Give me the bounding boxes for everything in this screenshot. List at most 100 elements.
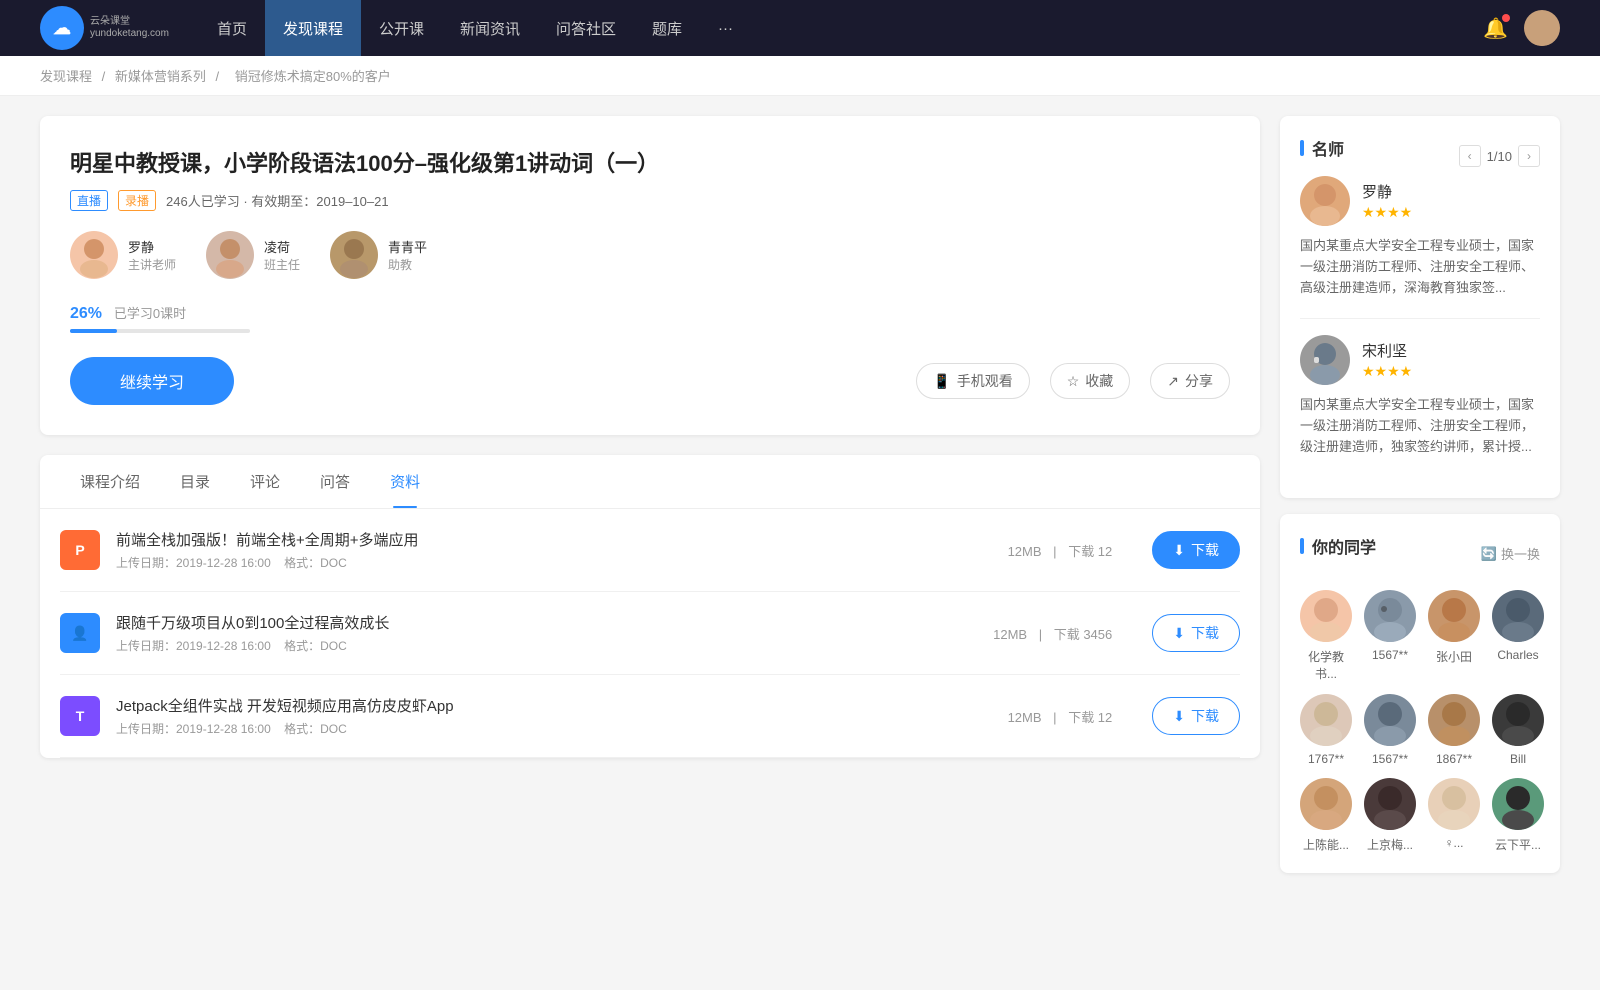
classmate-name-2: 张小田 [1436, 648, 1472, 665]
tab-qa[interactable]: 问答 [300, 455, 370, 508]
nav-item-news[interactable]: 新闻资讯 [442, 0, 538, 56]
classmate-9[interactable]: 上京梅... [1364, 778, 1416, 853]
teacher-sidebar-0: 罗静 ★★★★ 国内某重点大学安全工程专业硕士，国家一级注册消防工程师、注册安全… [1300, 176, 1540, 298]
classmate-name-10: ♀... [1444, 836, 1463, 850]
bell-icon[interactable]: 🔔 [1483, 16, 1508, 41]
logo[interactable]: ☁ 云朵课堂 yundoketang.com [40, 6, 169, 50]
progress-label: 26% [70, 305, 102, 322]
nav-item-qa[interactable]: 问答社区 [538, 0, 634, 56]
tab-review[interactable]: 评论 [230, 455, 300, 508]
tab-intro[interactable]: 课程介绍 [60, 455, 160, 508]
teacher-avatar-0 [70, 231, 118, 279]
teacher-stars-1: ★★★★ [1362, 363, 1412, 380]
tab-toc[interactable]: 目录 [160, 455, 230, 508]
classmate-11[interactable]: 云下平... [1492, 778, 1544, 853]
nav-item-home[interactable]: 首页 [199, 0, 265, 56]
user-avatar[interactable] [1524, 10, 1560, 46]
breadcrumb-link-series[interactable]: 新媒体营销系列 [115, 69, 206, 84]
mobile-watch-link[interactable]: 📱 手机观看 [916, 363, 1029, 399]
download-button-0[interactable]: ⬇ 下载 [1152, 531, 1240, 569]
mobile-icon: 📱 [933, 373, 950, 390]
collect-label: 收藏 [1085, 371, 1113, 391]
classmate-8[interactable]: 上陈能... [1300, 778, 1352, 853]
teachers-prev-btn[interactable]: ‹ [1459, 145, 1481, 167]
download-button-1[interactable]: ⬇ 下载 [1152, 614, 1240, 652]
classmate-2[interactable]: 张小田 [1428, 590, 1480, 682]
star-icon: ☆ [1067, 373, 1080, 390]
classmates-sidebar-card: 你的同学 🔄 换一换 化学教书... 15 [1280, 514, 1560, 873]
collect-link[interactable]: ☆ 收藏 [1050, 363, 1131, 399]
nav-item-discover[interactable]: 发现课程 [265, 0, 361, 56]
download-button-2[interactable]: ⬇ 下载 [1152, 697, 1240, 735]
notification-dot [1502, 14, 1510, 22]
classmates-title: 你的同学 [1300, 534, 1376, 558]
share-link[interactable]: ↗ 分享 [1150, 363, 1230, 399]
nav-item-more[interactable]: ··· [700, 0, 751, 56]
tab-material[interactable]: 资料 [370, 455, 440, 508]
classmate-name-4: 1767** [1308, 752, 1344, 766]
progress-bar-wrap [70, 329, 250, 333]
teachers-page-info: 1/10 [1487, 149, 1512, 164]
classmate-3[interactable]: Charles [1492, 590, 1544, 682]
download-icon-0: ⬇ [1173, 542, 1185, 559]
download-icon-1: ⬇ [1173, 625, 1185, 642]
classmate-avatar-6 [1428, 694, 1480, 746]
classmate-7[interactable]: Bill [1492, 694, 1544, 766]
file-list: P 前端全栈加强版！前端全栈+全周期+多端应用 上传日期：2019-12-28 … [40, 509, 1260, 758]
course-title: 明星中教授课，小学阶段语法100分–强化级第1讲动词（一） [70, 146, 1230, 178]
teacher-sidebar-avatar-1 [1300, 335, 1350, 385]
course-meta: 直播 录播 246人已学习 · 有效期至：2019–10–21 [70, 190, 1230, 211]
teacher-sidebar-info-1: 宋利坚 ★★★★ [1362, 340, 1412, 380]
classmate-0[interactable]: 化学教书... [1300, 590, 1352, 682]
classmates-refresh-btn[interactable]: 🔄 换一换 [1481, 544, 1540, 563]
teachers-sidebar-card: 名师 ‹ 1/10 › 罗静 ★★★★ [1280, 116, 1560, 498]
teacher-role-1: 班主任 [264, 256, 300, 273]
teachers-title-row: 名师 ‹ 1/10 › [1300, 136, 1540, 176]
teachers-pagination: ‹ 1/10 › [1459, 145, 1540, 167]
classmate-1[interactable]: 1567** [1364, 590, 1416, 682]
teacher-name-1: 凌荷 [264, 237, 300, 256]
classmate-avatar-7 [1492, 694, 1544, 746]
classmate-10[interactable]: ♀... [1428, 778, 1480, 853]
teacher-role-2: 助教 [388, 256, 427, 273]
breadcrumb-link-discover[interactable]: 发现课程 [40, 69, 92, 84]
classmate-4[interactable]: 1767** [1300, 694, 1352, 766]
teacher-sidebar-1: 宋利坚 ★★★★ 国内某重点大学安全工程专业硕士，国家一级注册消防工程师、注册安… [1300, 335, 1540, 457]
teachers-next-btn[interactable]: › [1518, 145, 1540, 167]
classmate-name-11: 云下平... [1495, 836, 1541, 853]
classmate-name-9: 上京梅... [1367, 836, 1413, 853]
teacher-sidebar-avatar-0 [1300, 176, 1350, 226]
classmate-name-6: 1867** [1436, 752, 1472, 766]
course-meta-text: 246人已学习 · 有效期至：2019–10–21 [166, 191, 389, 210]
classmate-5[interactable]: 1567** [1364, 694, 1416, 766]
teacher-sidebar-info-0: 罗静 ★★★★ [1362, 181, 1412, 221]
download-icon-2: ⬇ [1173, 708, 1185, 725]
navbar: ☁ 云朵课堂 yundoketang.com 首页 发现课程 公开课 新闻资讯 … [0, 0, 1600, 56]
teacher-sidebar-desc-0: 国内某重点大学安全工程专业硕士，国家一级注册消防工程师、注册安全工程师、高级注册… [1300, 236, 1540, 298]
classmate-avatar-5 [1364, 694, 1416, 746]
classmate-avatar-2 [1428, 590, 1480, 642]
nav-item-bank[interactable]: 题库 [634, 0, 700, 56]
nav-item-open[interactable]: 公开课 [361, 0, 442, 56]
progress-bar-fill [70, 329, 117, 333]
teacher-sidebar-name-0: 罗静 [1362, 181, 1412, 202]
teacher-avatar-2 [330, 231, 378, 279]
file-icon-2: T [60, 696, 100, 736]
download-label-1: 下载 [1191, 623, 1219, 643]
classmate-avatar-4 [1300, 694, 1352, 746]
content-right: 名师 ‹ 1/10 › 罗静 ★★★★ [1280, 116, 1560, 889]
continue-button[interactable]: 继续学习 [70, 357, 234, 405]
download-label-0: 下载 [1191, 540, 1219, 560]
classmate-name-3: Charles [1497, 648, 1538, 662]
teacher-item-0: 罗静 主讲老师 [70, 231, 176, 279]
file-name-2: Jetpack全组件实战 开发短视频应用高仿皮皮虾App [116, 695, 988, 716]
classmate-6[interactable]: 1867** [1428, 694, 1480, 766]
download-label-2: 下载 [1191, 706, 1219, 726]
mobile-label: 手机观看 [957, 371, 1013, 391]
teacher-info-0: 罗静 主讲老师 [128, 237, 176, 273]
file-meta-0: 上传日期：2019-12-28 16:00 格式：DOC [116, 554, 988, 571]
file-info-1: 跟随千万级项目从0到100全过程高效成长 上传日期：2019-12-28 16:… [116, 612, 973, 654]
teacher-item-1: 凌荷 班主任 [206, 231, 300, 279]
main-container: 明星中教授课，小学阶段语法100分–强化级第1讲动词（一） 直播 录播 246人… [0, 96, 1600, 909]
file-item-1: 👤 跟随千万级项目从0到100全过程高效成长 上传日期：2019-12-28 1… [60, 592, 1240, 675]
